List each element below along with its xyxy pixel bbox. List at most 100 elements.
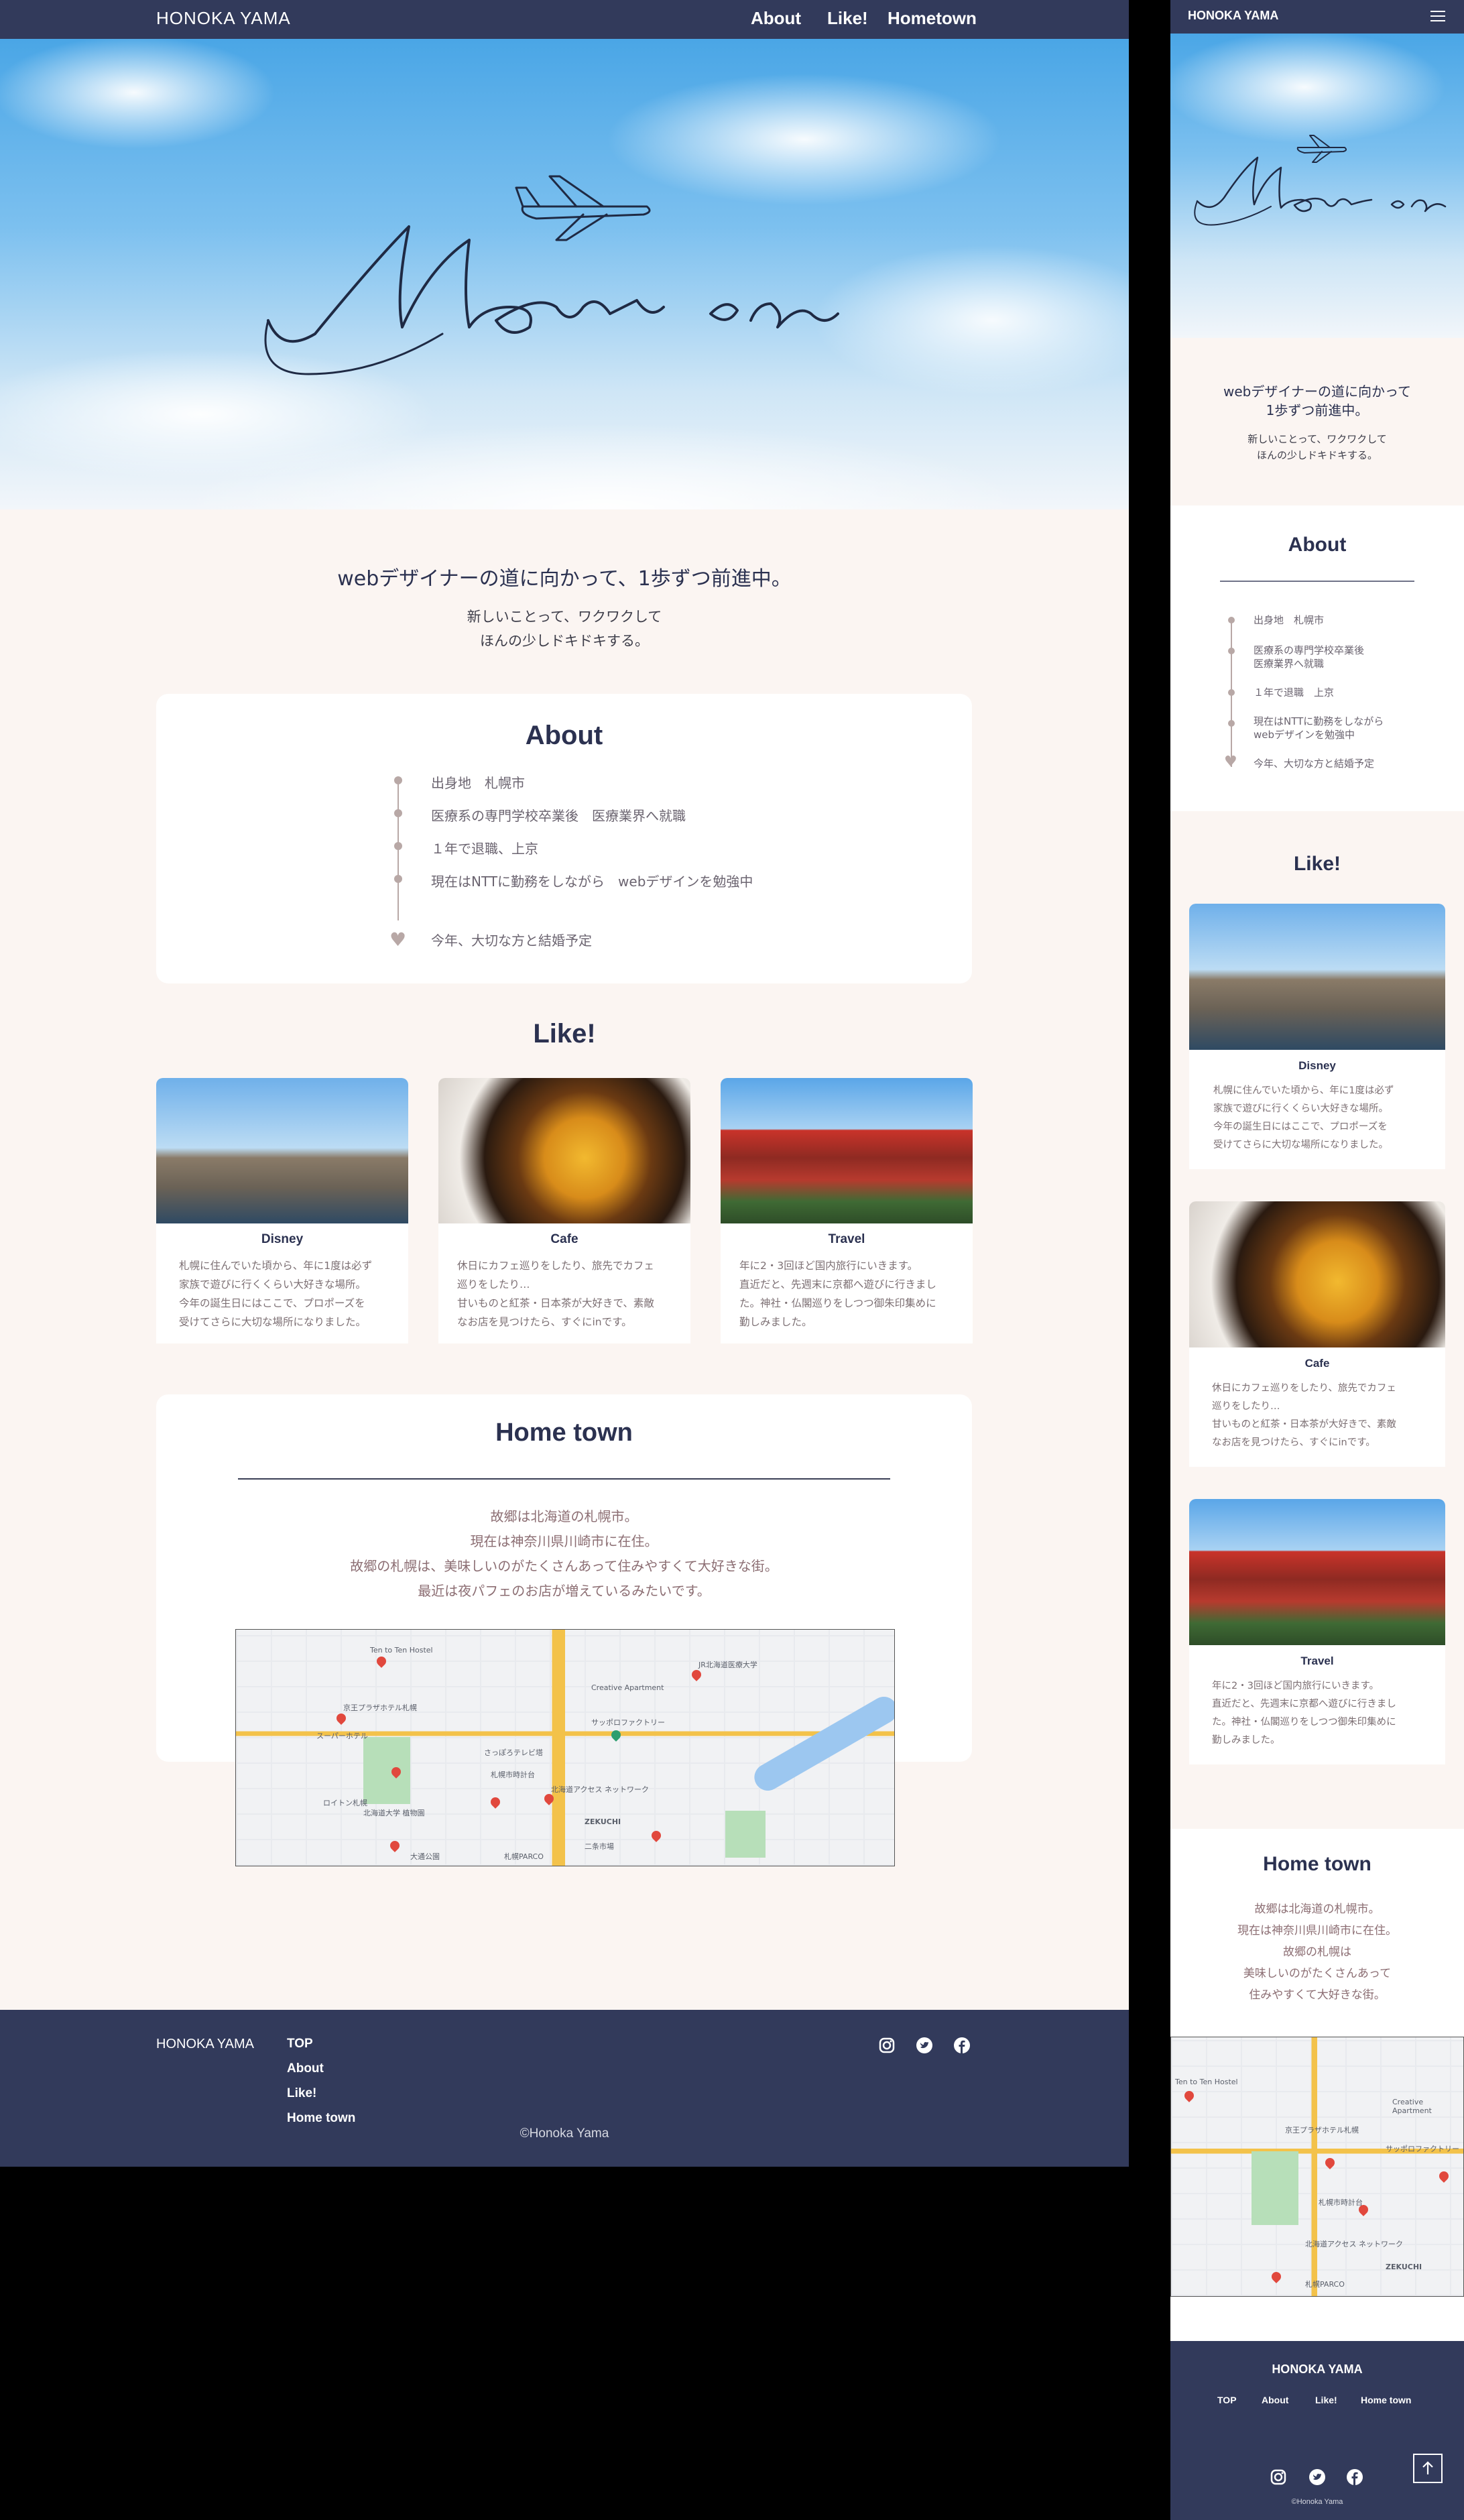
- timeline-dot: [394, 842, 402, 850]
- mobile-like-card-cafe[interactable]: Cafe 休日にカフェ巡りをしたり、旅先でカフェ 巡りをしたり… 甘いものと紅茶…: [1189, 1201, 1445, 1467]
- twitter-icon[interactable]: [916, 2037, 933, 2054]
- map-label: 北海道アクセス ネットワーク: [551, 1785, 649, 1794]
- map-pin-icon: [489, 1795, 502, 1809]
- mobile-footer-link-like[interactable]: Like!: [1315, 2395, 1337, 2405]
- map-pin-icon: [609, 1728, 623, 1742]
- hero-banner: [0, 39, 1129, 509]
- map-label: 札幌PARCO: [1305, 2280, 1345, 2289]
- mobile-like-card-disney[interactable]: Disney 札幌に住んでいた頃から、年に1度は必ず 家族で遊びに行くくらい大好…: [1189, 904, 1445, 1169]
- hometown-map[interactable]: Ten to Ten Hostel 京王プラザホテル札幌 JR北海道医療大学 C…: [235, 1629, 895, 1866]
- map-pin-icon: [388, 1839, 402, 1852]
- mobile-hometown-title: Home town: [1263, 1853, 1371, 1875]
- map-label: 北海道アクセス ネットワーク: [1305, 2240, 1403, 2248]
- intro-headline: webデザイナーの道に向かって、1歩ずつ前進中。: [337, 567, 792, 591]
- mobile-logo[interactable]: HONOKA YAMA: [1188, 9, 1278, 23]
- like-card-text: 年に2・3回ほど国内旅行にいきます。 直近だと、先週末に京都へ遊びに行きまし た…: [739, 1260, 936, 1328]
- travel-photo: [721, 1078, 973, 1223]
- like-card-text: 年に2・3回ほど国内旅行にいきます。 直近だと、先週末に京都へ遊びに行きまし た…: [1212, 1681, 1396, 1746]
- twitter-icon[interactable]: [1308, 2468, 1326, 2486]
- nav-like[interactable]: Like!: [827, 8, 868, 29]
- footer-link-about[interactable]: About: [287, 2061, 324, 2076]
- mobile-hero-banner: [1170, 34, 1464, 338]
- desktop-page: HONOKA YAMA About Like! Hometown webデザイナ…: [0, 0, 1129, 2167]
- footer-link-like[interactable]: Like!: [287, 2086, 316, 2101]
- timeline-item: １年で退職 上京: [1254, 686, 1335, 699]
- map-river: [749, 1691, 894, 1796]
- like-card-title: Cafe: [1304, 1357, 1330, 1370]
- site-logo[interactable]: HONOKA YAMA: [156, 8, 291, 29]
- map-label: 札幌市時計台: [1319, 2198, 1363, 2207]
- like-card-title: Disney: [1298, 1059, 1336, 1072]
- map-label: さっぽろテレビ塔: [484, 1748, 543, 1757]
- mobile-intro-sub-1: 新しいことって、ワクワクして: [1247, 433, 1387, 445]
- footer-brand[interactable]: HONOKA YAMA: [156, 2037, 254, 2052]
- map-pin-icon: [1182, 2089, 1196, 2102]
- timeline-dot: [1228, 617, 1235, 623]
- site-footer: HONOKA YAMA TOP About Like! Home town ©H…: [0, 2010, 1129, 2167]
- like-card-title: Cafe: [550, 1232, 578, 1246]
- like-title: Like!: [533, 1019, 596, 1048]
- like-card-travel[interactable]: Travel 年に2・3回ほど国内旅行にいきます。 直近だと、先週末に京都へ遊び…: [721, 1078, 973, 1343]
- intro-sub-2: ほんの少しドキドキする。: [480, 633, 649, 649]
- back-to-top-button[interactable]: [1413, 2454, 1443, 2483]
- map-label: サッポロファクトリー: [591, 1718, 665, 1727]
- facebook-icon[interactable]: [953, 2037, 971, 2054]
- travel-photo: [1189, 1499, 1445, 1645]
- divider: [238, 1478, 890, 1480]
- hometown-title: Home town: [495, 1419, 633, 1447]
- map-label: Ten to Ten Hostel: [1175, 2078, 1238, 2086]
- mobile-copyright: ©Honoka Yama: [1291, 2498, 1343, 2506]
- map-pin-icon: [1437, 2169, 1451, 2183]
- mobile-about-title: About: [1288, 534, 1347, 556]
- hero-move-on-logo: [264, 175, 839, 375]
- disney-photo: [1189, 904, 1445, 1050]
- mobile-footer: HONOKA YAMA TOP About Like! Home town ©H…: [1170, 2341, 1464, 2520]
- timeline-item: 出身地 札幌市: [431, 775, 525, 791]
- map-label: 京王プラザホテル札幌: [1285, 2126, 1359, 2135]
- like-card-cafe[interactable]: Cafe 休日にカフェ巡りをしたり、旅先でカフェ 巡りをしたり… 甘いものと紅茶…: [438, 1078, 690, 1343]
- about-card: About ♥ 出身地 札幌市 医療系の専門学校卒業後 医療業界へ就職 １年で退…: [156, 694, 972, 983]
- timeline-item: 現在はNTTに勤務をしながら webデザインを勉強中: [1254, 715, 1384, 741]
- timeline-line: [398, 780, 399, 920]
- like-card-text: 休日にカフェ巡りをしたり、旅先でカフェ 巡りをしたり… 甘いものと紅茶・日本茶が…: [457, 1260, 654, 1328]
- mobile-page: HONOKA YAMA webデザイナーの道に向かって 1歩ずつ前進中。 新しい…: [1170, 0, 1464, 2520]
- map-park: [363, 1737, 410, 1804]
- hometown-card: Home town 故郷は北海道の札幌市。 現在は神奈川県川崎市に在住。 故郷の…: [156, 1394, 972, 1866]
- main-content: webデザイナーの道に向かって、1歩ずつ前進中。 新しいことって、ワクワクして …: [0, 509, 1129, 2010]
- like-card-text: 札幌に住んでいた頃から、年に1度は必ず 家族で遊びに行くくらい大好きな場所。 今…: [179, 1260, 373, 1328]
- instagram-icon[interactable]: [1270, 2468, 1287, 2486]
- mobile-footer-link-top[interactable]: TOP: [1217, 2395, 1237, 2405]
- disney-photo: [156, 1078, 408, 1223]
- mobile-footer-link-about[interactable]: About: [1262, 2395, 1288, 2405]
- mobile-like-card-travel[interactable]: Travel 年に2・3回ほど国内旅行にいきます。 直近だと、先週末に京都へ遊び…: [1189, 1499, 1445, 1764]
- map-pin-icon: [375, 1655, 388, 1668]
- heart-icon: ♥: [1224, 754, 1237, 770]
- facebook-icon[interactable]: [1346, 2468, 1363, 2486]
- instagram-icon[interactable]: [878, 2037, 896, 2054]
- mobile-intro-headline-1: webデザイナーの道に向かって: [1223, 383, 1411, 400]
- like-card-disney[interactable]: Disney 札幌に住んでいた頃から、年に1度は必ず 家族で遊びに行くくらい大好…: [156, 1078, 408, 1343]
- hamburger-menu-icon[interactable]: [1430, 11, 1445, 21]
- mobile-about: About ♥ 出身地 札幌市 医療系の専門学校卒業後 医療業界へ就職 １年で退…: [1170, 505, 1464, 811]
- map-label: 札幌市時計台: [491, 1771, 535, 1779]
- copyright: ©Honoka Yama: [520, 2126, 609, 2141]
- arrow-up-icon: [1422, 2461, 1433, 2474]
- mobile-footer-link-hometown[interactable]: Home town: [1361, 2395, 1411, 2405]
- nav-hometown[interactable]: Hometown: [888, 8, 977, 29]
- footer-link-top[interactable]: TOP: [287, 2037, 313, 2051]
- map-label: ロイトン札幌: [323, 1799, 367, 1807]
- map-label: Ten to Ten Hostel: [370, 1646, 433, 1655]
- mobile-footer-brand[interactable]: HONOKA YAMA: [1170, 2362, 1464, 2377]
- mobile-hero-move-on-logo: [1194, 135, 1447, 226]
- mobile-intro: webデザイナーの道に向かって 1歩ずつ前進中。 新しいことって、ワクワクして …: [1170, 338, 1464, 505]
- map-label: ZEKUCHI: [1386, 2263, 1422, 2271]
- mobile-hometown-map[interactable]: Ten to Ten Hostel 京王プラザホテル札幌 Creative Ap…: [1170, 2037, 1464, 2297]
- map-label: 札幌PARCO: [504, 1852, 544, 1861]
- mobile-hometown-text: 故郷は北海道の札幌市。 現在は神奈川県川崎市に在住。 故郷の札幌は 美味しいのが…: [1237, 1903, 1397, 2002]
- airplane-icon: [1296, 135, 1347, 163]
- map-pin-icon: [650, 1829, 663, 1842]
- footer-link-hometown[interactable]: Home town: [287, 2111, 355, 2126]
- site-header: HONOKA YAMA About Like! Hometown: [0, 0, 1129, 39]
- nav-about[interactable]: About: [751, 8, 801, 29]
- mobile-like-title: Like!: [1293, 853, 1341, 875]
